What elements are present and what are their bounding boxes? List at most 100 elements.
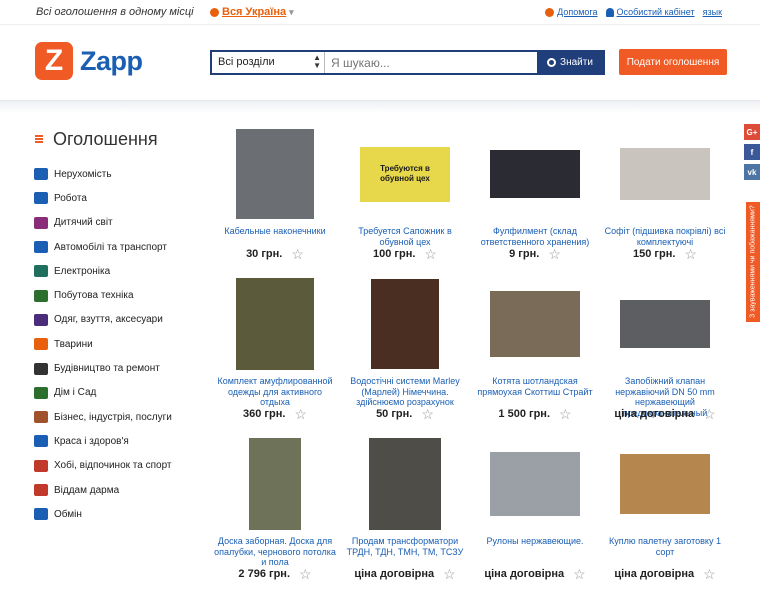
favorite-star-icon[interactable]: ☆ (299, 567, 312, 581)
listing-photo[interactable] (369, 438, 441, 530)
listing-photo[interactable] (620, 300, 710, 348)
vk-icon[interactable]: vk (744, 164, 760, 180)
listing-card[interactable]: Водостічні системи Marley (Марлей) Німеч… (340, 278, 470, 408)
listing-price: 50 грн. (376, 408, 413, 420)
category-item[interactable]: Краса і здоров'я (27, 429, 207, 453)
listing-card[interactable]: Требуются в обувной цех Требуется Сапожни… (340, 128, 470, 247)
user-icon (605, 7, 614, 17)
listing-title[interactable]: Кабельные наконечники (210, 226, 340, 237)
googleplus-icon[interactable]: G+ (744, 124, 760, 140)
listing-price: 150 грн. (633, 248, 676, 260)
listing-card[interactable]: Комплект амуфлированной одежды для актив… (210, 278, 340, 408)
category-item[interactable]: Автомобілі та транспорт (27, 235, 207, 259)
listing-price-row: 2 796 грн. ☆ (210, 567, 340, 581)
favorite-star-icon[interactable]: ☆ (703, 407, 716, 421)
category-label: Тварини (54, 338, 93, 350)
listing-title[interactable]: Водостічні системи Marley (Марлей) Німеч… (340, 376, 470, 408)
listing-photo[interactable] (490, 452, 580, 516)
listing-card[interactable]: Кабельные наконечники (210, 128, 340, 237)
cabinet-link[interactable]: Особистий кабінет (605, 7, 695, 17)
favorite-star-icon[interactable]: ☆ (684, 247, 697, 261)
category-item[interactable]: Дитячий світ (27, 211, 207, 235)
listing-title[interactable]: Рулоны нержавеющие. (470, 536, 600, 547)
favorite-star-icon[interactable]: ☆ (703, 567, 716, 581)
listing-photo[interactable] (249, 438, 301, 530)
listing-price-row: 100 грн. ☆ (340, 247, 470, 261)
listing-card[interactable]: Рулоны нержавеющие. (470, 438, 600, 547)
category-item[interactable]: Дім і Сад (27, 381, 207, 405)
language-link[interactable]: язык (703, 7, 722, 17)
listing-title[interactable]: Продам трансформатори ТРДН, ТДН, ТМН, ТМ… (340, 536, 470, 557)
post-ad-button[interactable]: Подати оголошення (619, 49, 727, 75)
listing-price-row: 150 грн. ☆ (600, 247, 730, 261)
listing-card[interactable]: Фулфилмент (склад ответственного хранени… (470, 128, 600, 247)
listing-card[interactable]: Доска заборная. Доска для опалубки, черн… (210, 438, 340, 568)
category-item[interactable]: Бізнес, індустрія, послуги (27, 405, 207, 429)
favorite-star-icon[interactable]: ☆ (548, 247, 561, 261)
listing-card[interactable]: Котята шотландская прямоухая Скоттиш Стр… (470, 278, 600, 397)
listing-photo[interactable] (236, 129, 314, 219)
listing-title[interactable]: Комплект амуфлированной одежды для актив… (210, 376, 340, 408)
listing-title[interactable]: Требуется Сапожник в обувной цех (340, 226, 470, 247)
category-item[interactable]: Робота (27, 186, 207, 210)
search-icon (547, 58, 557, 67)
region-selector[interactable]: Вся Україна ▾ (210, 6, 294, 18)
listing-card[interactable]: Софіт (підшивка покрівлі) всі комплектую… (600, 128, 730, 247)
category-label: Автомобілі та транспорт (54, 241, 167, 253)
category-item[interactable]: Обмін (27, 502, 207, 526)
section-select[interactable]: Всі розділи ▲ ▼ (212, 52, 325, 73)
category-label: Хобі, відпочинок та спорт (54, 460, 172, 472)
favorite-star-icon[interactable]: ☆ (559, 407, 572, 421)
photo-text: Требуются в обувной цех (380, 164, 430, 183)
header: Z Zapp Всі розділи ▲▼ Знайти Подати огол… (0, 25, 760, 101)
facebook-icon[interactable]: f (744, 144, 760, 160)
category-item[interactable]: Віддам дарма (27, 478, 207, 502)
category-item[interactable]: Одяг, взуття, аксесуари (27, 308, 207, 332)
category-item[interactable]: Тварини (27, 332, 207, 356)
sofa-icon (34, 386, 48, 399)
listing-title[interactable]: Фулфилмент (склад ответственного хранени… (470, 226, 600, 247)
category-item[interactable]: Будівництво та ремонт (27, 356, 207, 380)
listing-photo[interactable] (490, 150, 580, 198)
listing-card[interactable]: Продам трансформатори ТРДН, ТДН, ТМН, ТМ… (340, 438, 470, 557)
listing-title[interactable]: Куплю палетну заготовку 1 сорт (600, 536, 730, 557)
favorite-star-icon[interactable]: ☆ (421, 407, 434, 421)
help-link[interactable]: Допомога (545, 7, 598, 17)
listing-price: 1 500 грн. (498, 408, 551, 420)
listing-card[interactable]: Куплю палетну заготовку 1 сорт (600, 438, 730, 557)
listing-price: ціна договірна (354, 568, 435, 580)
feedback-tab[interactable]: З зауваженнями чи побажаннями? (746, 202, 760, 322)
favorite-star-icon[interactable]: ☆ (443, 567, 456, 581)
listing-price: 30 грн. (246, 248, 283, 260)
listing-title[interactable]: Доска заборная. Доска для опалубки, черн… (210, 536, 340, 568)
listing-price-row: 360 грн. ☆ (210, 407, 340, 421)
logo[interactable]: Z Zapp (35, 42, 143, 80)
favorite-star-icon[interactable]: ☆ (294, 407, 307, 421)
category-item[interactable]: Побутова техніка (27, 283, 207, 307)
category-item[interactable]: Електроніка (27, 259, 207, 283)
favorite-star-icon[interactable]: ☆ (573, 567, 586, 581)
listing-photo[interactable] (490, 291, 580, 357)
favorite-star-icon[interactable]: ☆ (291, 247, 304, 261)
briefcase-icon (34, 192, 48, 205)
listing-price-row: ціна договірна ☆ (600, 567, 730, 581)
logo-mark: Z (35, 42, 73, 80)
listing-photo[interactable] (620, 148, 710, 200)
listing-price-row: ціна договірна ☆ (600, 407, 730, 421)
listing-photo[interactable] (236, 278, 314, 370)
logo-text: Zapp (80, 45, 143, 76)
listing-photo[interactable] (620, 454, 710, 514)
search-button[interactable]: Знайти (537, 52, 603, 73)
listing-photo[interactable] (371, 279, 439, 369)
favorite-star-icon[interactable]: ☆ (424, 247, 437, 261)
category-label: Бізнес, індустрія, послуги (54, 411, 172, 423)
listing-photo[interactable]: Требуются в обувной цех (360, 146, 450, 202)
category-sidebar: Оголошення Нерухомість Робота Дитячий світ… (27, 125, 207, 526)
category-item[interactable]: Хобі, відпочинок та спорт (27, 454, 207, 478)
menu-icon (35, 135, 43, 143)
listing-title[interactable]: Софіт (підшивка покрівлі) всі комплектую… (600, 226, 730, 247)
category-item[interactable]: Нерухомість (27, 162, 207, 186)
search-input[interactable] (325, 52, 537, 73)
listing-card[interactable]: Запобіжний клапан нержавіючий DN 50 mm н… (600, 278, 730, 418)
listing-title[interactable]: Котята шотландская прямоухая Скоттиш Стр… (470, 376, 600, 397)
